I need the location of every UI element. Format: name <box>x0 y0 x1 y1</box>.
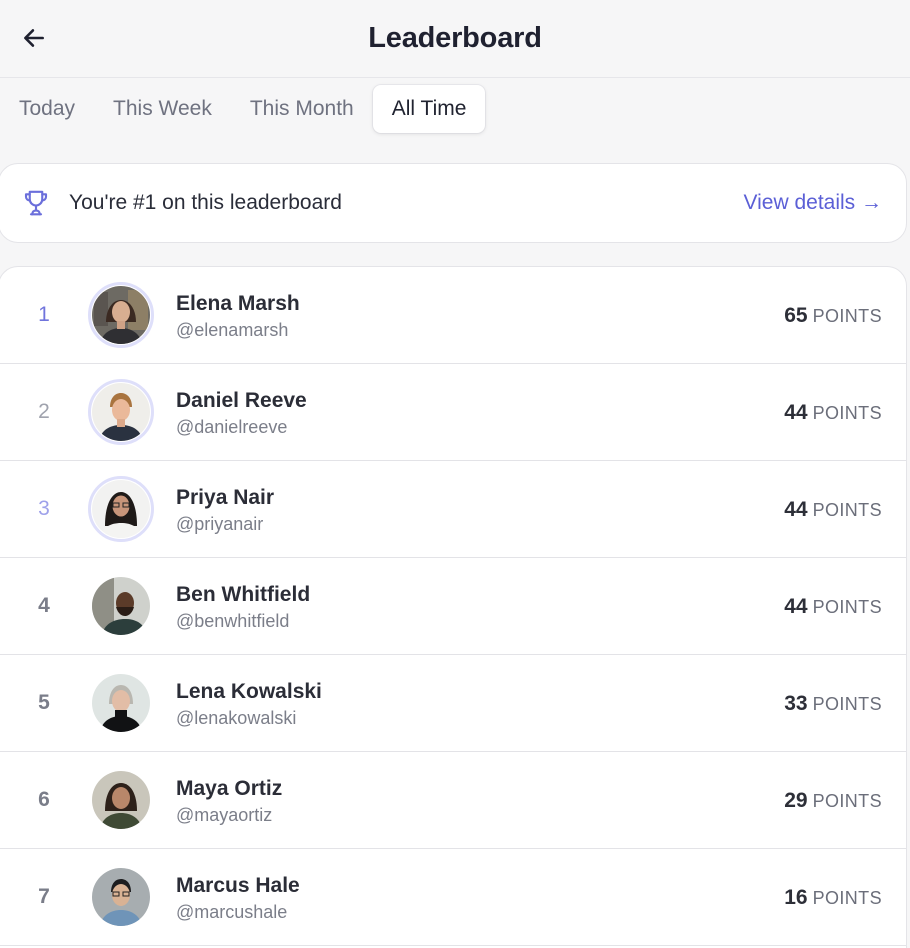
rank-number: 1 <box>38 303 50 326</box>
table-row[interactable]: 4 Ben Whitfield @benwhitfield 44 POINTS <box>0 558 906 655</box>
player-handle: @lenakowalski <box>176 708 297 728</box>
rank-number: 4 <box>38 594 50 617</box>
points-value: 65 POINTS <box>784 304 882 328</box>
player-name: Ben Whitfield <box>176 583 311 606</box>
table-row[interactable]: 7 Marcus Hale @marcushale 16 POINTS <box>0 849 906 946</box>
table-row[interactable]: 1 Elena Marsh @elenamarsh 65 POINTS <box>0 267 906 364</box>
page-title: Leaderboard <box>368 22 542 54</box>
rank-number: 3 <box>38 497 50 520</box>
rank-number: 7 <box>38 885 50 908</box>
points-value: 33 POINTS <box>784 692 882 716</box>
points-number: 44 <box>784 401 808 424</box>
points-unit: POINTS <box>812 694 882 714</box>
rank-banner: You're #1 on this leaderboard View detai… <box>0 163 907 243</box>
player-handle: @marcushale <box>176 902 288 922</box>
points-unit: POINTS <box>812 597 882 617</box>
header-bar: Leaderboard <box>0 0 910 78</box>
points-value: 29 POINTS <box>784 789 882 813</box>
tab-this-month[interactable]: This Month <box>231 85 373 133</box>
player-name: Elena Marsh <box>176 292 300 315</box>
table-row[interactable]: 5 Lena Kowalski @lenakowalski 33 POINTS <box>0 655 906 752</box>
points-unit: POINTS <box>812 403 882 423</box>
leaderboard-screen: Leaderboard Today This Week This Month A… <box>0 0 910 948</box>
avatar-photo <box>92 674 150 732</box>
points-unit: POINTS <box>812 888 882 908</box>
points-unit: POINTS <box>812 791 882 811</box>
points-number: 44 <box>784 498 808 521</box>
points-number: 29 <box>784 789 808 812</box>
avatar <box>88 670 154 736</box>
player-handle: @danielreeve <box>176 417 288 437</box>
points-value: 44 POINTS <box>784 595 882 619</box>
tab-this-week[interactable]: This Week <box>94 85 231 133</box>
avatar <box>88 573 154 639</box>
points-number: 65 <box>784 304 808 327</box>
points-number: 44 <box>784 595 808 618</box>
avatar <box>88 379 154 445</box>
avatar-photo <box>92 771 150 829</box>
view-details-link[interactable]: View details → <box>743 191 882 215</box>
avatar-photo <box>92 383 150 441</box>
points-value: 44 POINTS <box>784 498 882 522</box>
points-unit: POINTS <box>812 306 882 326</box>
player-handle: @priyanair <box>176 514 264 534</box>
player-handle: @mayaortiz <box>176 805 273 825</box>
points-number: 33 <box>784 692 808 715</box>
avatar <box>88 476 154 542</box>
avatar <box>88 767 154 833</box>
trophy-icon <box>24 190 48 216</box>
avatar <box>88 282 154 348</box>
points-number: 16 <box>784 886 808 909</box>
tab-all-time[interactable]: All Time <box>372 85 486 133</box>
period-tabs: Today This Week This Month All Time <box>0 85 486 133</box>
player-name: Lena Kowalski <box>176 680 322 703</box>
player-name: Marcus Hale <box>176 874 300 897</box>
leaderboard-list: 1 Elena Marsh @elenamarsh 65 POINTS 2 Da… <box>0 266 907 948</box>
table-row[interactable]: 3 Priya Nair @priyanair 44 POINTS <box>0 461 906 558</box>
points-unit: POINTS <box>812 500 882 520</box>
avatar <box>88 864 154 930</box>
tab-today[interactable]: Today <box>0 85 94 133</box>
player-name: Daniel Reeve <box>176 389 307 412</box>
table-row[interactable]: 6 Maya Ortiz @mayaortiz 29 POINTS <box>0 752 906 849</box>
rank-number: 5 <box>38 691 50 714</box>
avatar-photo <box>92 480 150 538</box>
banner-message: You're #1 on this leaderboard <box>69 191 342 214</box>
player-name: Priya Nair <box>176 486 275 509</box>
player-handle: @benwhitfield <box>176 611 290 631</box>
avatar-photo <box>92 286 150 344</box>
points-value: 44 POINTS <box>784 401 882 425</box>
rank-number: 6 <box>38 788 50 811</box>
points-value: 16 POINTS <box>784 886 882 910</box>
player-name: Maya Ortiz <box>176 777 283 800</box>
player-handle: @elenamarsh <box>176 320 289 340</box>
avatar-photo <box>92 577 150 635</box>
table-row[interactable]: 2 Daniel Reeve @danielreeve 44 POINTS <box>0 364 906 461</box>
avatar-photo <box>92 868 150 926</box>
rank-number: 2 <box>38 400 50 423</box>
